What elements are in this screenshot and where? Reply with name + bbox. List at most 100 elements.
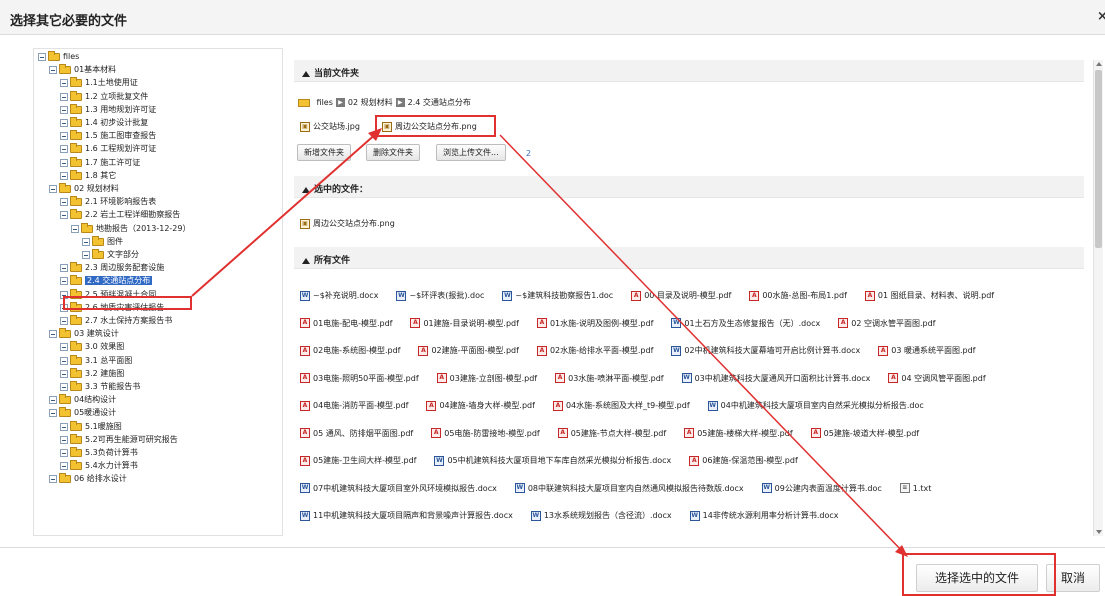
file-item[interactable]: A 02电施-系统图-模型.pdf: [300, 345, 400, 357]
tree-item[interactable]: 01基本材料: [49, 64, 116, 76]
tree-item[interactable]: 04结构设计: [49, 394, 116, 406]
collapse-toggle-icon[interactable]: [38, 53, 46, 61]
collapse-toggle-icon[interactable]: [60, 119, 68, 127]
file-item[interactable]: ▣ 公交站场.jpg: [300, 121, 360, 133]
tree-item[interactable]: 5.3负荷计算书: [60, 447, 138, 459]
tree-item[interactable]: 2.7 水土保持方案报告书: [60, 315, 172, 327]
file-item[interactable]: A 02 空调水管平面图.pdf: [838, 318, 935, 330]
collapse-toggle-icon[interactable]: [60, 422, 68, 431]
collapse-icon[interactable]: [302, 257, 310, 264]
file-item[interactable]: A 05建施-坡道大样-模型.pdf: [810, 428, 919, 440]
collapse-icon[interactable]: [302, 186, 310, 193]
file-item[interactable]: A 01电施-配电-模型.pdf: [300, 318, 392, 330]
close-icon[interactable]: ×: [1097, 9, 1105, 24]
breadcrumb-item[interactable]: files: [317, 98, 333, 107]
collapse-toggle-icon[interactable]: [60, 264, 68, 273]
collapse-toggle-icon[interactable]: [60, 317, 68, 325]
collapse-toggle-icon[interactable]: [49, 66, 57, 75]
tree-item[interactable]: 2.3 周边服务配套设施: [60, 262, 164, 274]
file-item[interactable]: W ~$补充说明.docx: [300, 290, 378, 302]
collapse-toggle-icon[interactable]: [49, 396, 57, 405]
file-item[interactable]: W 08中联建筑科技大厦项目室内自然通风模拟报告待数版.docx: [514, 483, 744, 495]
collapse-toggle-icon[interactable]: [60, 383, 68, 391]
scroll-down-icon[interactable]: [1096, 530, 1102, 534]
tree-item[interactable]: 地勘报告（2013-12-29）: [71, 222, 191, 235]
tree-item[interactable]: 1.5 施工图审查报告: [60, 130, 156, 142]
collapse-toggle-icon[interactable]: [49, 185, 57, 193]
collapse-toggle-icon[interactable]: [60, 92, 68, 101]
file-item[interactable]: A 05建施-卫生间大样-模型.pdf: [300, 455, 416, 467]
tree-item[interactable]: 3.2 建施图: [60, 367, 124, 380]
tree-item[interactable]: 06 给排水设计: [49, 473, 127, 485]
file-item[interactable]: W 07中机建筑科技大厦项目室外风环境模拟报告.docx: [300, 483, 497, 495]
file-item[interactable]: A 06建施-保温范围-模型.pdf: [689, 455, 798, 467]
tree-item[interactable]: 图件: [82, 235, 123, 248]
collapse-toggle-icon[interactable]: [60, 198, 68, 207]
selected-file-item[interactable]: ▣ 周边公交站点分布.png: [300, 218, 395, 230]
tree-item[interactable]: 1.2 立项批复文件: [60, 90, 148, 103]
tree-item[interactable]: 2.4 交通站点分布: [60, 275, 153, 287]
collapse-toggle-icon[interactable]: [60, 132, 68, 141]
collapse-toggle-icon[interactable]: [60, 369, 68, 378]
collapse-toggle-icon[interactable]: [60, 277, 68, 286]
collapse-toggle-icon[interactable]: [49, 409, 57, 418]
new-folder-button[interactable]: 新增文件夹: [297, 144, 351, 161]
file-item[interactable]: W 11中机建筑科技大厦项目隔声和背景噪声计算报告.docx: [300, 510, 513, 522]
tree-item[interactable]: 1.6 工程规划许可证: [60, 143, 156, 155]
delete-folder-button[interactable]: 删除文件夹: [366, 144, 420, 161]
tree-item[interactable]: 5.1暖施图: [60, 420, 122, 433]
file-item[interactable]: A 02建施-平面图-模型.pdf: [418, 345, 519, 357]
collapse-toggle-icon[interactable]: [49, 475, 57, 484]
file-item[interactable]: ≡ 1.txt: [899, 483, 931, 495]
file-item[interactable]: A 05 通风、防排烟平面图.pdf: [300, 428, 413, 440]
collapse-toggle-icon[interactable]: [60, 343, 68, 352]
collapse-toggle-icon[interactable]: [82, 251, 90, 259]
file-item[interactable]: A 05建施-节点大样-模型.pdf: [557, 428, 666, 440]
collapse-toggle-icon[interactable]: [60, 158, 68, 167]
tree-item[interactable]: 1.8 其它: [60, 169, 116, 182]
collapse-toggle-icon[interactable]: [82, 237, 90, 246]
tree-item[interactable]: 文字部分: [82, 249, 139, 261]
file-item[interactable]: W 05中机建筑科技大厦项目地下车库自然采光模拟分析报告.docx: [434, 455, 671, 467]
file-item[interactable]: W 02中机建筑科技大厦幕墙可开启比例计算书.docx: [671, 345, 860, 357]
file-item[interactable]: A 00 目录及说明-模型.pdf: [631, 290, 731, 302]
file-item[interactable]: W 03中机建筑科技大厦通风开口面积比计算书.docx: [681, 373, 870, 385]
file-item[interactable]: A 03电施-照明50平面-模型.pdf: [300, 373, 419, 385]
scroll-thumb[interactable]: [1095, 70, 1102, 248]
tree-item[interactable]: 2.1 环境影响报告表: [60, 196, 156, 208]
tree-item[interactable]: 1.7 施工许可证: [60, 156, 140, 169]
collapse-toggle-icon[interactable]: [60, 171, 68, 180]
file-item[interactable]: W 04中机建筑科技大厦项目室内自然采光模拟分析报告.doc: [707, 400, 924, 412]
file-item[interactable]: A 01建施-目录说明-模型.pdf: [410, 318, 519, 330]
browse-upload-button[interactable]: 浏览上传文件...: [436, 144, 506, 161]
file-item[interactable]: W 01土石方及生态修复报告（无）.docx: [671, 318, 820, 330]
collapse-toggle-icon[interactable]: [49, 330, 57, 339]
tree-item[interactable]: 2.2 岩土工程详细勘察报告: [60, 209, 180, 221]
collapse-toggle-icon[interactable]: [60, 211, 68, 220]
collapse-toggle-icon[interactable]: [60, 449, 68, 457]
tree-item[interactable]: 3.1 总平面图: [60, 354, 132, 367]
file-item[interactable]: A 05电施-防雷接地-模型.pdf: [431, 428, 540, 440]
tree-item[interactable]: 3.0 效果图: [60, 341, 124, 353]
file-item[interactable]: A 02水施-给排水平面-模型.pdf: [536, 345, 653, 357]
tree-item[interactable]: files: [38, 51, 79, 63]
collapse-toggle-icon[interactable]: [60, 105, 68, 114]
file-item[interactable]: A 04 空调风管平面图.pdf: [888, 373, 986, 385]
folder-tree[interactable]: files 01基本材料 1.1土地使用证 1.2 立项批复文件 1.3 用地规划许可证…: [33, 48, 283, 536]
file-item[interactable]: W ~$建筑科技勘察报告1.doc: [502, 290, 613, 302]
tree-item[interactable]: 1.1土地使用证: [60, 77, 138, 89]
tree-item[interactable]: 3.3 节能报告书: [60, 381, 140, 393]
file-item[interactable]: A 03 暖通系统平面图.pdf: [878, 345, 975, 357]
collapse-toggle-icon[interactable]: [71, 224, 79, 233]
collapse-toggle-icon[interactable]: [60, 356, 68, 365]
collapse-icon[interactable]: [302, 70, 310, 77]
file-panel-scrollbar[interactable]: [1093, 60, 1103, 536]
tree-item[interactable]: 1.3 用地规划许可证: [60, 103, 156, 116]
file-item[interactable]: A 03建施-立剖图-模型.pdf: [436, 373, 537, 385]
scroll-up-icon[interactable]: [1096, 62, 1102, 66]
file-item[interactable]: A 00水施-总图-布局1.pdf: [749, 290, 847, 302]
file-item[interactable]: W 09公建内表面温度计算书.doc: [761, 483, 882, 495]
collapse-toggle-icon[interactable]: [60, 79, 68, 88]
collapse-toggle-icon[interactable]: [60, 435, 68, 444]
tree-item[interactable]: 02 规划材料: [49, 183, 119, 195]
